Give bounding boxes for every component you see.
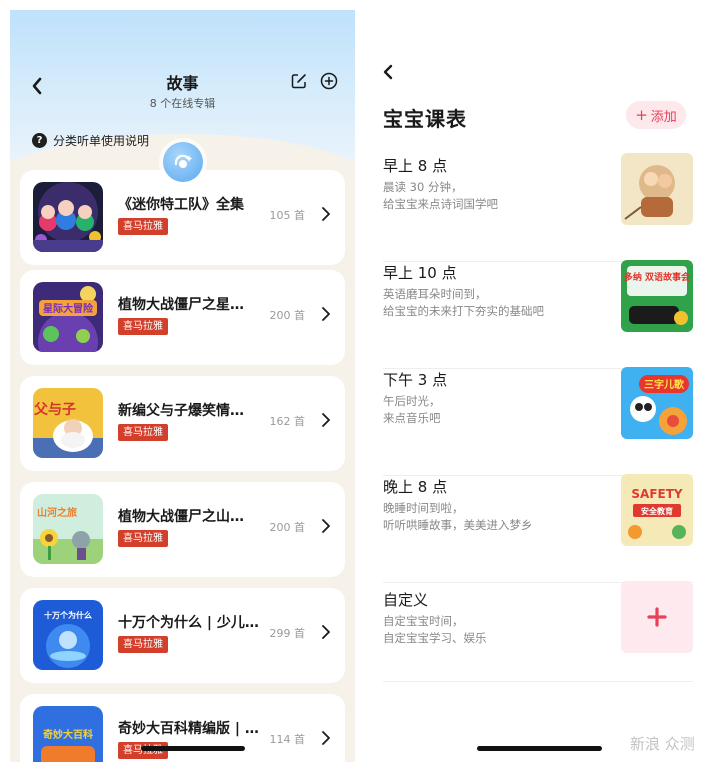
cover-text: 十万个为什么: [44, 610, 92, 620]
back-arrow-icon[interactable]: [382, 63, 394, 81]
add-circle-icon[interactable]: [320, 72, 338, 90]
album-cover-image: 父与子: [33, 388, 103, 458]
schedule-time: 晚上 8 点: [383, 478, 448, 496]
schedule-thumbnail: 多纳 双语故事会: [621, 260, 693, 332]
album-card[interactable]: 星际大冒险 植物大战僵尸之星… 喜马拉雅 200 首: [20, 270, 345, 365]
story-panel: 故事 8 个在线专辑 ? 分类听单使用说明 《迷你特工队》全集 喜马拉雅 105…: [10, 10, 355, 762]
album-title: 十万个为什么 | 少儿…: [118, 615, 259, 631]
track-count: 299 首: [269, 627, 306, 640]
source-badge: 喜马拉雅: [118, 318, 168, 335]
source-badge: 喜马拉雅: [118, 530, 168, 547]
schedule-time: 早上 10 点: [383, 264, 457, 282]
thumb-text: SAFETY: [631, 487, 683, 501]
album-title: 植物大战僵尸之星…: [118, 297, 244, 313]
chevron-right-icon: [322, 207, 330, 221]
cover-text: 父与子: [33, 402, 76, 418]
schedule-desc-line: 午后时光，: [383, 394, 441, 408]
album-card[interactable]: 《迷你特工队》全集 喜马拉雅 105 首: [20, 170, 345, 265]
schedule-item[interactable]: 晚上 8 点 晚睡时间到啦， 听听哄睡故事，美美进入梦乡 SAFETY 安全教育: [383, 474, 693, 583]
cover-text: 星际大冒险: [43, 302, 94, 315]
schedule-thumbnail: 三字儿歌: [621, 367, 693, 439]
cover-text: 奇妙大百科: [43, 728, 93, 741]
schedule-desc: 晚睡时间到啦， 听听哄睡故事，美美进入梦乡: [383, 500, 603, 534]
schedule-item[interactable]: 下午 3 点 午后时光， 来点音乐吧 三字儿歌: [383, 367, 693, 476]
album-cover-image: 奇妙大百科: [33, 706, 103, 762]
album-title: 《迷你特工队》全集: [118, 197, 244, 213]
source-badge: 喜马拉雅: [118, 636, 168, 653]
schedule-panel: 宝宝课表 + 添加 早上 8 点 晨读 30 分钟， 给宝宝来点诗词国学吧 早上…: [360, 10, 710, 762]
source-badge: 喜马拉雅: [118, 218, 168, 235]
album-cover-image: 星际大冒险: [33, 282, 103, 352]
album-cover-image: 山河之旅: [33, 494, 103, 564]
track-count: 200 首: [269, 521, 306, 534]
question-icon: ?: [32, 132, 47, 148]
schedule-item[interactable]: 早上 8 点 晨读 30 分钟， 给宝宝来点诗词国学吧: [383, 153, 693, 262]
schedule-time: 早上 8 点: [383, 157, 448, 175]
schedule-item[interactable]: 早上 10 点 英语磨耳朵时间到， 给宝宝的未来打下夯实的基础吧 多纳 双语故事…: [383, 260, 693, 369]
album-title: 奇妙大百科精编版 | …: [118, 721, 259, 737]
schedule-desc-line: 给宝宝的未来打下夯实的基础吧: [383, 304, 544, 318]
album-card[interactable]: 山河之旅 植物大战僵尸之山… 喜马拉雅 200 首: [20, 482, 345, 577]
thumb-text: 三字儿歌: [644, 378, 685, 391]
album-title: 新编父与子爆笑情…: [118, 403, 244, 419]
track-count: 105 首: [269, 209, 306, 222]
home-indicator[interactable]: [141, 746, 245, 751]
schedule-desc-line: 晚睡时间到啦，: [383, 501, 464, 515]
chevron-right-icon: [322, 519, 330, 533]
album-card[interactable]: 奇妙大百科 奇妙大百科精编版 | … 喜马拉雅 114 首: [20, 694, 345, 762]
svg-text:新浪 众测: 新浪 众测: [630, 735, 695, 753]
chevron-right-icon: [322, 307, 330, 321]
divider: [383, 681, 693, 682]
help-text: 分类听单使用说明: [53, 133, 150, 148]
schedule-thumbnail: [621, 153, 693, 225]
cover-text: 山河之旅: [37, 506, 77, 519]
schedule-time: 下午 3 点: [383, 371, 448, 389]
schedule-desc-line: 来点音乐吧: [383, 411, 441, 425]
album-card[interactable]: 父与子 新编父与子爆笑情… 喜马拉雅 162 首: [20, 376, 345, 471]
thumb-text: 安全教育: [641, 506, 673, 516]
chevron-right-icon: [322, 413, 330, 427]
schedule-desc: 晨读 30 分钟， 给宝宝来点诗词国学吧: [383, 179, 603, 213]
add-label: 添加: [650, 109, 677, 125]
help-link[interactable]: ? 分类听单使用说明: [32, 131, 149, 149]
track-count: 114 首: [269, 733, 306, 746]
schedule-item-custom[interactable]: 自定义 自定宝宝时间， 自定宝宝学习、娱乐: [383, 581, 693, 696]
track-count: 162 首: [269, 415, 306, 428]
schedule-thumbnail: SAFETY 安全教育: [621, 474, 693, 546]
schedule-desc: 午后时光， 来点音乐吧: [383, 393, 603, 427]
album-count: 8 个在线专辑: [149, 97, 216, 110]
schedule-desc-line: 自定宝宝学习、娱乐: [383, 631, 487, 645]
schedule-desc-line: 听听哄睡故事，美美进入梦乡: [383, 518, 533, 532]
schedule-time: 自定义: [383, 591, 429, 609]
thumb-text: 多纳 双语故事会: [624, 271, 691, 283]
add-button[interactable]: + 添加: [626, 101, 686, 129]
album-title: 植物大战僵尸之山…: [118, 509, 244, 525]
chevron-right-icon: [322, 731, 330, 745]
watermark-logo: 新浪 众测: [630, 735, 695, 753]
schedule-desc-line: 晨读 30 分钟，: [383, 180, 463, 194]
plus-icon: +: [635, 106, 648, 124]
album-cover-image: [33, 182, 103, 252]
schedule-desc-line: 英语磨耳朵时间到，: [383, 287, 487, 301]
source-badge: 喜马拉雅: [118, 424, 168, 441]
add-custom-button[interactable]: [621, 581, 693, 653]
plus-icon: [647, 607, 667, 627]
home-indicator[interactable]: [477, 746, 602, 751]
schedule-desc-line: 自定宝宝时间，: [383, 614, 464, 628]
schedule-desc-line: 给宝宝来点诗词国学吧: [383, 197, 498, 211]
play-mode-button[interactable]: [163, 142, 203, 182]
chevron-right-icon: [322, 625, 330, 639]
edit-icon[interactable]: [291, 73, 307, 89]
page-title: 宝宝课表: [383, 107, 467, 131]
album-card[interactable]: 十万个为什么 十万个为什么 | 少儿… 喜马拉雅 299 首: [20, 588, 345, 683]
track-count: 200 首: [269, 309, 306, 322]
sparkle-icon: [174, 154, 193, 168]
schedule-desc: 英语磨耳朵时间到， 给宝宝的未来打下夯实的基础吧: [383, 286, 603, 320]
album-cover-image: 十万个为什么: [33, 600, 103, 670]
schedule-desc: 自定宝宝时间， 自定宝宝学习、娱乐: [383, 613, 603, 647]
